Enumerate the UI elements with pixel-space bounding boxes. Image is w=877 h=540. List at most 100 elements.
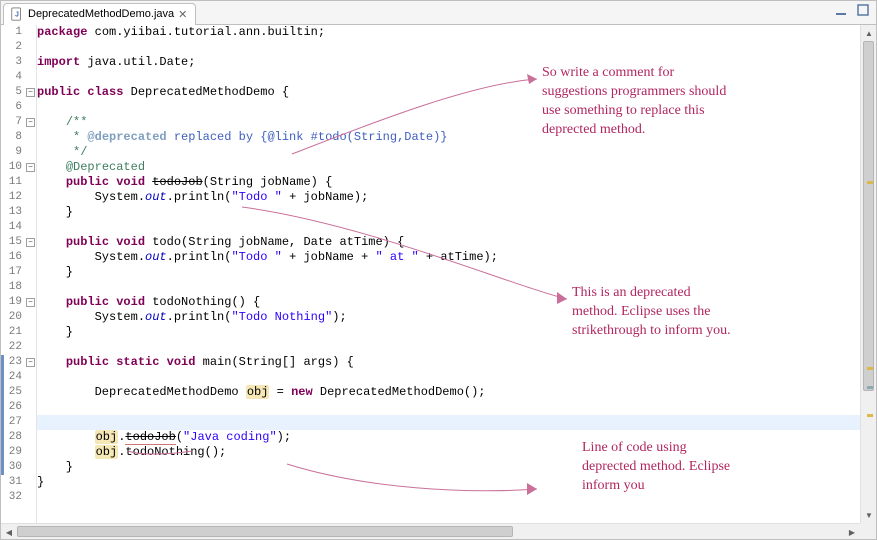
scroll-right-icon[interactable]: ▶ bbox=[844, 524, 860, 540]
scroll-left-icon[interactable]: ◀ bbox=[1, 524, 17, 540]
gutter-line[interactable]: 22 bbox=[1, 340, 36, 355]
code-line[interactable]: } bbox=[37, 205, 860, 220]
vertical-scroll-thumb[interactable] bbox=[863, 41, 874, 391]
code-line[interactable]: */ bbox=[37, 145, 860, 160]
gutter-line[interactable]: 6 bbox=[1, 100, 36, 115]
scroll-down-icon[interactable]: ▼ bbox=[861, 507, 877, 523]
gutter-line[interactable]: 16 bbox=[1, 250, 36, 265]
code-line[interactable] bbox=[37, 280, 860, 295]
code-line[interactable]: System.out.println("Todo " + jobName + "… bbox=[37, 250, 860, 265]
code-line[interactable]: * @deprecated replaced by {@link #todo(S… bbox=[37, 130, 860, 145]
gutter-line[interactable]: 7− bbox=[1, 115, 36, 130]
gutter-line[interactable]: 10− bbox=[1, 160, 36, 175]
vertical-scrollbar[interactable]: ▲ ▼ bbox=[860, 25, 876, 523]
code-token bbox=[37, 430, 95, 444]
change-marker bbox=[1, 400, 4, 415]
minimize-view-icon[interactable] bbox=[834, 3, 848, 17]
code-line[interactable]: public void todoNothing() { bbox=[37, 295, 860, 310]
code-line[interactable]: } bbox=[37, 325, 860, 340]
overview-ruler-mark[interactable] bbox=[867, 386, 873, 389]
code-line[interactable]: package com.yiibai.tutorial.ann.builtin; bbox=[37, 25, 860, 40]
code-token: com.yiibai.tutorial.ann.builtin; bbox=[87, 25, 325, 39]
svg-text:J: J bbox=[15, 12, 19, 19]
code-line[interactable] bbox=[37, 220, 860, 235]
fold-toggle-icon[interactable]: − bbox=[26, 163, 35, 172]
overview-ruler-mark[interactable] bbox=[867, 367, 873, 370]
gutter-line[interactable]: 2 bbox=[1, 40, 36, 55]
gutter-line[interactable]: 17 bbox=[1, 265, 36, 280]
vertical-scroll-track[interactable] bbox=[861, 41, 876, 507]
code-line[interactable]: obj.todoNothing(); bbox=[37, 445, 860, 460]
code-line[interactable] bbox=[37, 490, 860, 505]
code-line[interactable]: } bbox=[37, 475, 860, 490]
horizontal-scroll-thumb[interactable] bbox=[17, 526, 513, 537]
code-line[interactable] bbox=[37, 40, 860, 55]
gutter-line[interactable]: 3 bbox=[1, 55, 36, 70]
code-line[interactable]: public static void main(String[] args) { bbox=[37, 355, 860, 370]
gutter-line[interactable]: 18 bbox=[1, 280, 36, 295]
code-token: System. bbox=[37, 310, 145, 324]
code-body[interactable]: package com.yiibai.tutorial.ann.builtin;… bbox=[37, 25, 860, 523]
gutter-line[interactable]: 12 bbox=[1, 190, 36, 205]
code-line[interactable]: obj.todoJob("Java coding"); bbox=[37, 415, 860, 430]
code-line[interactable] bbox=[37, 70, 860, 85]
gutter-line[interactable]: 21 bbox=[1, 325, 36, 340]
gutter-line[interactable]: 23− bbox=[1, 355, 36, 370]
gutter-line[interactable]: 4 bbox=[1, 70, 36, 85]
code-line[interactable]: } bbox=[37, 265, 860, 280]
gutter-line[interactable]: 24 bbox=[1, 370, 36, 385]
fold-toggle-icon[interactable]: − bbox=[26, 118, 35, 127]
code-line[interactable]: import java.util.Date; bbox=[37, 55, 860, 70]
code-line[interactable]: public void todoJob(String jobName) { bbox=[37, 175, 860, 190]
gutter-line[interactable]: 20 bbox=[1, 310, 36, 325]
gutter-line[interactable]: 9 bbox=[1, 145, 36, 160]
code-line[interactable]: @Deprecated bbox=[37, 160, 860, 175]
gutter-line[interactable]: 15− bbox=[1, 235, 36, 250]
change-marker bbox=[1, 430, 4, 445]
gutter-line[interactable]: 1 bbox=[1, 25, 36, 40]
code-line[interactable] bbox=[37, 100, 860, 115]
fold-toggle-icon[interactable]: − bbox=[26, 358, 35, 367]
fold-toggle-icon[interactable]: − bbox=[26, 238, 35, 247]
gutter-line[interactable]: 14 bbox=[1, 220, 36, 235]
gutter-line[interactable]: 30 bbox=[1, 460, 36, 475]
scroll-up-icon[interactable]: ▲ bbox=[861, 25, 877, 41]
code-line[interactable] bbox=[37, 400, 860, 415]
tab-close-icon[interactable]: ✕ bbox=[178, 8, 187, 21]
fold-toggle-icon[interactable]: − bbox=[26, 88, 35, 97]
horizontal-scroll-track[interactable] bbox=[17, 524, 844, 539]
code-line[interactable]: System.out.println("Todo Nothing"); bbox=[37, 310, 860, 325]
code-line[interactable]: System.out.println("Todo " + jobName); bbox=[37, 190, 860, 205]
gutter-line[interactable]: 19− bbox=[1, 295, 36, 310]
gutter-line[interactable]: 5− bbox=[1, 85, 36, 100]
gutter-line[interactable]: 28 bbox=[1, 430, 36, 445]
code-area[interactable]: 12345−67−8910−1112131415−16171819−202122… bbox=[1, 25, 860, 523]
gutter-line[interactable]: 31 bbox=[1, 475, 36, 490]
code-line[interactable] bbox=[37, 370, 860, 385]
tab-deprecatedmethoddemo[interactable]: J DeprecatedMethodDemo.java ✕ bbox=[3, 3, 196, 25]
gutter-line[interactable]: 8 bbox=[1, 130, 36, 145]
gutter-line[interactable]: 32 bbox=[1, 490, 36, 505]
tab-label: DeprecatedMethodDemo.java bbox=[28, 8, 174, 20]
gutter-line[interactable]: 25 bbox=[1, 385, 36, 400]
maximize-view-icon[interactable] bbox=[856, 3, 870, 17]
horizontal-scrollbar[interactable]: ◀ ▶ bbox=[1, 523, 860, 539]
gutter-line[interactable]: 13 bbox=[1, 205, 36, 220]
code-token bbox=[37, 130, 66, 144]
code-line[interactable]: DeprecatedMethodDemo obj = new Deprecate… bbox=[37, 385, 860, 400]
gutter[interactable]: 12345−67−8910−1112131415−16171819−202122… bbox=[1, 25, 37, 523]
gutter-line[interactable]: 26 bbox=[1, 400, 36, 415]
gutter-line[interactable]: 27 bbox=[1, 415, 36, 430]
code-line[interactable]: /** bbox=[37, 115, 860, 130]
code-token bbox=[37, 145, 66, 159]
code-line[interactable]: } bbox=[37, 460, 860, 475]
overview-ruler-mark[interactable] bbox=[867, 181, 873, 184]
gutter-line[interactable]: 29 bbox=[1, 445, 36, 460]
code-token: public void bbox=[66, 175, 145, 189]
overview-ruler-mark[interactable] bbox=[867, 414, 873, 417]
code-line[interactable]: public void todo(String jobName, Date at… bbox=[37, 235, 860, 250]
fold-toggle-icon[interactable]: − bbox=[26, 298, 35, 307]
gutter-line[interactable]: 11 bbox=[1, 175, 36, 190]
code-line[interactable]: public class DeprecatedMethodDemo { bbox=[37, 85, 860, 100]
code-line[interactable] bbox=[37, 340, 860, 355]
